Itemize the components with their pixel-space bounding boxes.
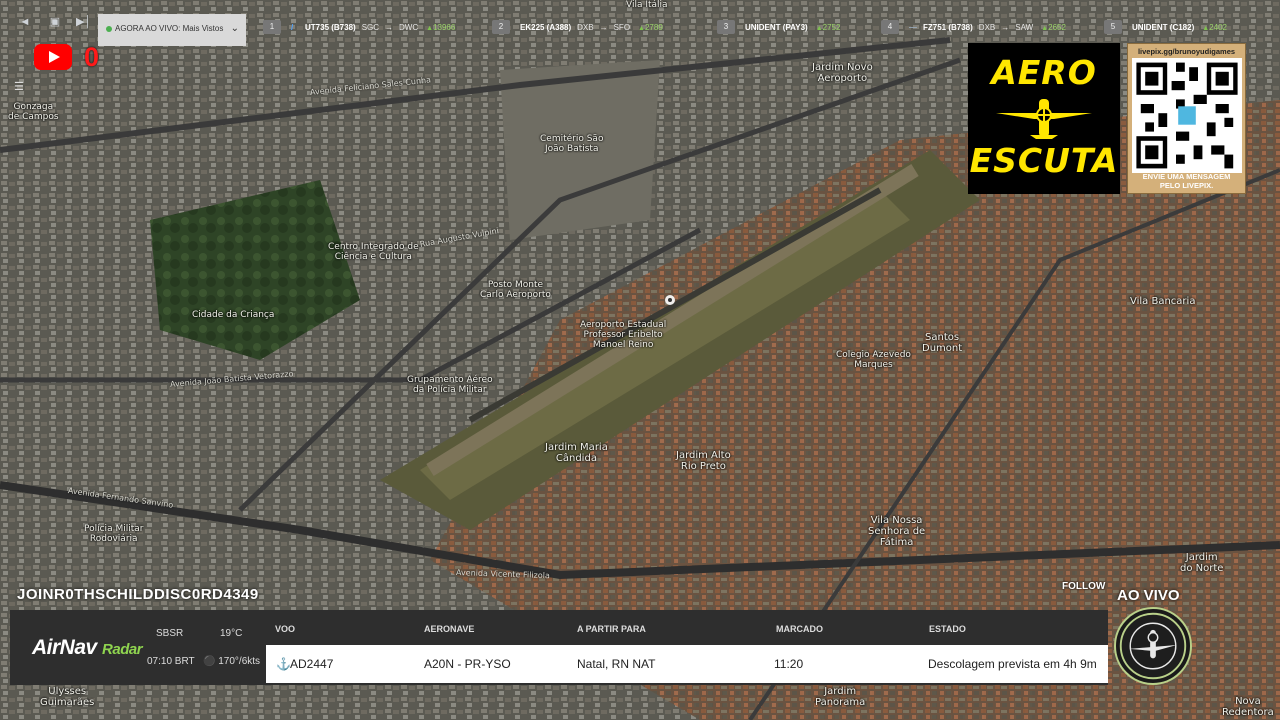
map-label-vila-nossa: Vila Nossa Senhora de Fátima (868, 515, 926, 548)
column-header-partir: A PARTIR PARA (577, 624, 646, 634)
map-label-centro-integrado: Centro Integrado de Ciência e Cultura (328, 242, 419, 262)
map-label-posto: Posto Monte Carlo Aeroporto (480, 280, 551, 300)
flight-from: DXB (577, 22, 594, 32)
flight-callsign: UT735 (B738) (305, 22, 356, 32)
column-header-marcado: MARCADO (776, 624, 823, 634)
chevron-down-icon: ⌄ (230, 23, 239, 34)
livepix-qr-panel[interactable]: livepix.gg/brunoyudigames ENVIE UMA MENS… (1127, 43, 1246, 194)
airport-code: SBSR (156, 628, 184, 639)
map-label-vila-bancaria: Vila Bancaria (1130, 296, 1196, 307)
flight-altitude: 2652 (1041, 23, 1066, 32)
map-label-santos-dumont: Santos Dumont (922, 332, 963, 354)
flight-to: DWC (399, 22, 419, 32)
local-time: 07:10 BRT (147, 656, 195, 667)
map-label-colegio: Colegio Azevedo Marques (836, 350, 911, 370)
youtube-viewer-count: 0 (84, 42, 100, 72)
flight-altitude: 13966 (426, 23, 455, 32)
wind: ⚫ 170°/6kts (203, 656, 260, 667)
flight-to: SAW (1015, 22, 1034, 32)
live-selector-dropdown[interactable]: AGORA AO VIVO: Mais Vistos ⌄ (98, 14, 246, 46)
map-label-ulysses: Ulysses Guimarães (40, 686, 95, 708)
column-header-aeronave: AERONAVE (424, 624, 475, 634)
airline-logo-icon: / (291, 22, 294, 32)
flight-index: 1 (263, 20, 281, 34)
map-label-jardim-norte: Jardim do Norte (1180, 552, 1224, 574)
flight-altitude: 2752 (816, 23, 841, 32)
map-label-policia-militar: Polícia Militar Rodoviária (84, 524, 144, 544)
flight-from: SGC (361, 22, 380, 32)
channel-badge-icon (1114, 607, 1192, 685)
flight-to: SFO (613, 22, 631, 32)
map-label-grupamento: Grupamento Aéreo da Polícia Militar (407, 375, 493, 395)
live-selector-label: AGORA AO VIVO: Mais Vistos (115, 24, 224, 33)
scheduled-time: 11:20 (774, 657, 804, 671)
temperature: 19°C (220, 628, 243, 639)
airplane-icon (996, 99, 1092, 139)
flight-item-4[interactable]: 4 — FZ751 (B738) DXB → SAW 2652 (881, 19, 1066, 35)
flight-item-2[interactable]: 2 EK225 (A388) DXB → SFO 2789 (492, 19, 663, 35)
flight-altitude: 2789 (638, 23, 663, 32)
flight-index: 3 (717, 20, 735, 34)
map-label-nova-redentora: Nova Redentora (1222, 696, 1274, 718)
skip-next-icon[interactable]: ▶│ (76, 16, 91, 28)
flight-callsign: FZ751 (B738) (923, 22, 973, 32)
logo-line1: AERO (991, 53, 1097, 92)
wind-icon: ⚫ (203, 656, 216, 667)
collapse-sidebar-icon[interactable]: ◄ (18, 16, 32, 28)
live-label: AO VIVO (1117, 587, 1180, 604)
flight-index: 2 (492, 20, 510, 34)
map-label-cemiterio: Cemitério São João Batista (540, 134, 604, 154)
flight-callsign: EK225 (A388) (520, 22, 572, 32)
youtube-icon[interactable] (34, 44, 72, 70)
flight-number: AD2447 (290, 657, 334, 671)
follow-label[interactable]: FOLLOW (1062, 581, 1105, 592)
flight-callsign: UNIDENT (PAY3) (745, 22, 808, 32)
flight-row[interactable]: ⚓ AD2447 A20N - PR-YSO Natal, RN NAT 11:… (266, 645, 1108, 683)
aero-escuta-logo: AERO ESCUTA (968, 43, 1120, 194)
aircraft: A20N - PR-YSO (424, 657, 511, 671)
map-label-aeroporto: Aeroporto Estadual Professor Eribelto Ma… (580, 320, 667, 350)
flight-altitude: 2402 (1202, 23, 1227, 32)
list-icon[interactable]: ☰ (14, 80, 30, 93)
flight-item-5[interactable]: 5 UNIDENT (C182) 2402 (1104, 19, 1227, 35)
qr-code-icon (1132, 58, 1242, 173)
wind-value: 170°/6kts (218, 656, 261, 667)
map-label-jardim-panorama: Jardim Panorama (815, 686, 866, 708)
livepix-url: livepix.gg/brunoyudigames (1137, 47, 1236, 56)
flights-top-bar: ◄ ▣ ▶│ AGORA AO VIVO: Mais Vistos ⌄ 1 / … (0, 6, 1280, 46)
flight-item-1[interactable]: 1 / UT735 (B738) SGC → DWC 13966 (263, 19, 455, 35)
map-label-gonzaga: Gonzaga de Campos (8, 102, 59, 122)
logo-line2: ESCUTA (969, 141, 1119, 180)
arrow-icon: → (385, 22, 394, 32)
expand-icon[interactable]: ▣ (48, 16, 62, 28)
map-label-cidade-crianca: Cidade da Criança (192, 310, 275, 320)
column-header-estado: ESTADO (929, 624, 966, 634)
destination: Natal, RN NAT (577, 657, 656, 671)
map-label-jardim-maria: Jardim Maria Cândida (545, 442, 608, 464)
map-label-jardim-alto: Jardim Alto Rio Preto (676, 450, 731, 472)
flight-index: 4 (881, 20, 899, 34)
brand-name: AirNav (32, 636, 97, 659)
airnav-info-panel: AirNav Radar SBSR 19°C 07:10 BRT ⚫ 170°/… (10, 610, 1108, 685)
map-label-jardim-novo: Jardim Novo Aeroporto (812, 62, 873, 84)
live-dot-icon (106, 25, 112, 32)
brand-suffix: Radar (102, 641, 143, 658)
flight-callsign: UNIDENT (C182) (1132, 22, 1195, 32)
airline-logo-icon: — (909, 22, 917, 32)
flight-from: DXB (978, 22, 996, 32)
flight-index: 5 (1104, 20, 1122, 34)
airnav-radar-logo: AirNav Radar (32, 636, 143, 660)
airline-icon: ⚓ (276, 657, 291, 671)
column-header-voo: VOO (275, 624, 296, 634)
arrow-icon: → (599, 22, 608, 32)
livepix-message: ENVIE UMA MENSAGEM PELO LIVEPIX. (1142, 172, 1231, 190)
status: Descolagem prevista em 4h 9m (928, 657, 1097, 671)
arrow-icon: → (1001, 22, 1010, 32)
flight-item-3[interactable]: 3 UNIDENT (PAY3) 2752 (717, 19, 840, 35)
channel-name: JOINR0THSCHILDDISC0RD4349 (17, 586, 259, 603)
